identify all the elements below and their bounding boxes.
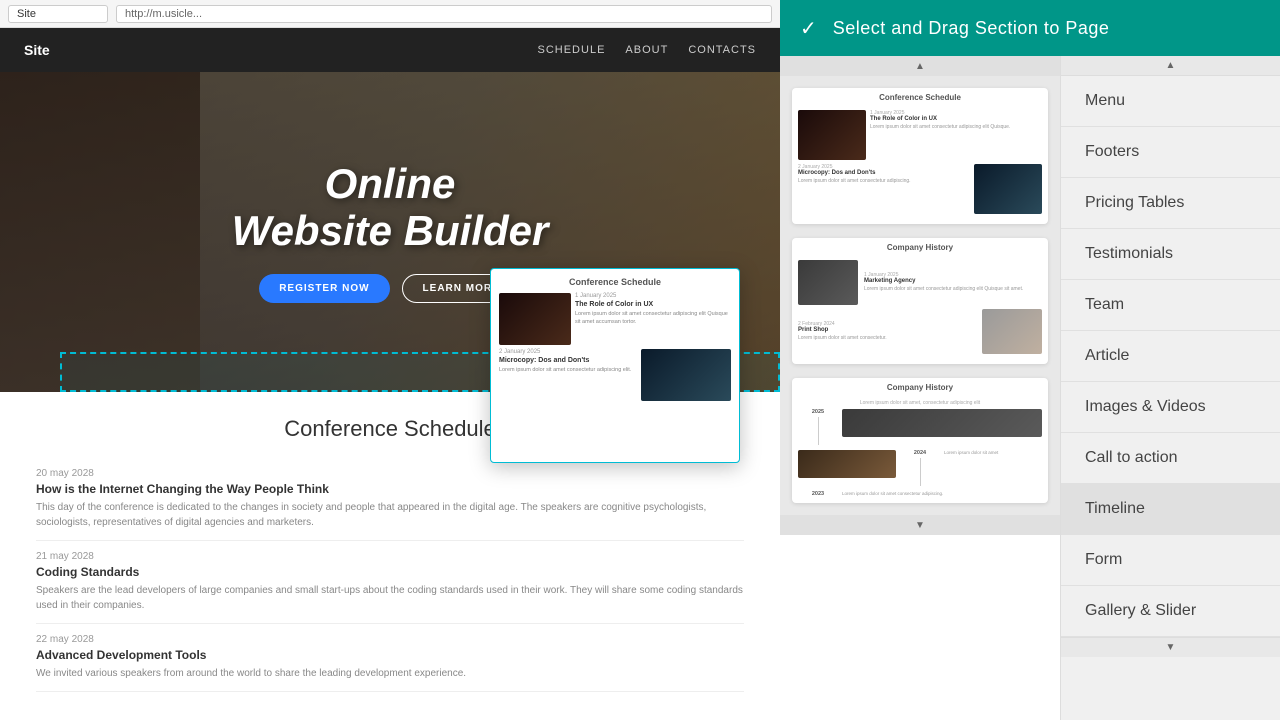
article-title-3: Advanced Development Tools [36,648,744,662]
thumb-text-2b: 2 February 2024 Print Shop Lorem ipsum d… [798,321,976,342]
panel-header: ✓ Select and Drag Section to Page [780,0,1280,56]
article-list: 20 may 2028 How is the Internet Changing… [24,458,756,692]
section-list-item-menu[interactable]: Menu [1061,76,1280,127]
article-title-2: Coding Standards [36,565,744,579]
dragging-head-2: Microcopy: Dos and Don'ts [499,357,637,365]
section-list-item-gallery[interactable]: Gallery & Slider [1061,586,1280,637]
thumbnails-panel: Conference Schedule 1 January 2025 The R… [780,76,1060,515]
dragging-section-card[interactable]: Conference Schedule 1 January 2025 The R… [490,268,740,463]
thumbnail-conference[interactable]: Conference Schedule 1 January 2025 The R… [792,88,1048,224]
thumb-content-1: 1 January 2025 The Role of Color in UX L… [792,106,1048,224]
thumb-text-2a: 1 January 2025 Marketing Agency Lorem ip… [864,272,1042,293]
dragging-date-1: 1 January 2025 [575,293,731,299]
article-body-3: We invited various speakers from around … [36,666,744,681]
dragging-body-1: Lorem ipsum dolor sit amet consectetur a… [575,311,731,325]
nav-about[interactable]: ABOUT [625,44,668,56]
site-label: Site [8,5,108,23]
article-body-2: Speakers are the lead developers of larg… [36,583,744,613]
thumb-img-3a [842,409,1042,437]
hero-title: OnlineWebsite Builder [232,161,549,253]
url-bar: Site http://m.usicle... [0,0,780,28]
thumb-content-2: 1 January 2025 Marketing Agency Lorem ip… [792,256,1048,364]
nav-contacts[interactable]: CONTACTS [688,44,756,56]
article-title-1: How is the Internet Changing the Way Peo… [36,482,744,496]
nav-links: SCHEDULE ABOUT CONTACTS [538,44,757,56]
section-list-item-form[interactable]: Form [1061,535,1280,586]
scroll-up-button[interactable]: ▲ [780,56,1060,76]
dragging-date-2: 2 January 2025 [499,349,637,355]
thumb-img-1a [798,110,866,160]
section-list-item-article[interactable]: Article [1061,331,1280,382]
section-list-item-timeline[interactable]: Timeline [1061,484,1280,535]
dragging-body-2: Lorem ipsum dolor sit amet consectetur a… [499,367,637,374]
url-display: http://m.usicle... [116,5,772,23]
thumb-title-3: Company History [792,378,1048,396]
dragging-text-1: 1 January 2025 The Role of Color in UX L… [575,293,731,345]
section-list-item-pricing[interactable]: Pricing Tables [1061,178,1280,229]
article-date-2: 21 may 2028 [36,551,744,562]
article-item-1: 20 may 2028 How is the Internet Changing… [36,458,744,541]
thumb-title-1: Conference Schedule [792,88,1048,106]
thumb-img-2b [982,309,1042,354]
thumb-title-2: Company History [792,238,1048,256]
thumbnail-company1[interactable]: Company History 1 January 2025 Marketing… [792,238,1048,364]
register-now-button[interactable]: REGISTER NOW [259,274,389,303]
sections-scroll-down-button[interactable]: ▼ [1061,637,1280,657]
section-list-item-cta[interactable]: Call to action [1061,433,1280,484]
website-preview: Site http://m.usicle... Site SCHEDULE AB… [0,0,780,720]
section-list-item-images-videos[interactable]: Images & Videos [1061,382,1280,433]
panel-body: ▲ Conference Schedule 1 January 2025 The… [780,56,1280,720]
dragging-img-1 [499,293,571,345]
dragging-head-1: The Role of Color in UX [575,301,731,309]
thumb-img-3b [798,450,896,478]
section-list-item-footers[interactable]: Footers [1061,127,1280,178]
article-body-1: This day of the conference is dedicated … [36,500,744,530]
site-navbar: Site SCHEDULE ABOUT CONTACTS [0,28,780,72]
sections-scroll-up-button[interactable]: ▲ [1061,56,1280,76]
section-list-item-testimonials[interactable]: Testimonials [1061,229,1280,280]
thumb-text-1a: 1 January 2025 The Role of Color in UX L… [870,110,1042,160]
thumb-content-3: Lorem ipsum dolor sit amet, consectetur … [792,396,1048,503]
article-date-3: 22 may 2028 [36,634,744,645]
dragging-card-content: 1 January 2025 The Role of Color in UX L… [499,293,731,401]
dragging-img-2 [641,349,731,401]
dragging-card-title: Conference Schedule [499,277,731,287]
dragging-text-2: 2 January 2025 Microcopy: Dos and Don'ts… [499,349,637,401]
check-icon: ✓ [800,16,817,41]
panel-title: Select and Drag Section to Page [833,18,1110,39]
thumb-img-2a [798,260,858,305]
article-item-2: 21 may 2028 Coding Standards Speakers ar… [36,541,744,624]
dragging-article-row-1: 1 January 2025 The Role of Color in UX L… [499,293,731,345]
article-item-3: 22 may 2028 Advanced Development Tools W… [36,624,744,692]
section-list-item-team[interactable]: Team [1061,280,1280,331]
right-panel: ✓ Select and Drag Section to Page ▲ Conf… [780,0,1280,720]
nav-schedule[interactable]: SCHEDULE [538,44,606,56]
dragging-article-row-2: 2 January 2025 Microcopy: Dos and Don'ts… [499,349,731,401]
sections-list: ▲ Menu Footers Pricing Tables Testimonia… [1060,56,1280,720]
site-brand: Site [24,42,50,58]
article-date-1: 20 may 2028 [36,468,744,479]
thumbnail-company2[interactable]: Company History Lorem ipsum dolor sit am… [792,378,1048,503]
scroll-down-button[interactable]: ▼ [780,515,1060,535]
thumb-text-1b: 2 January 2025 Microcopy: Dos and Don'ts… [798,164,970,214]
thumb-img-1b [974,164,1042,214]
